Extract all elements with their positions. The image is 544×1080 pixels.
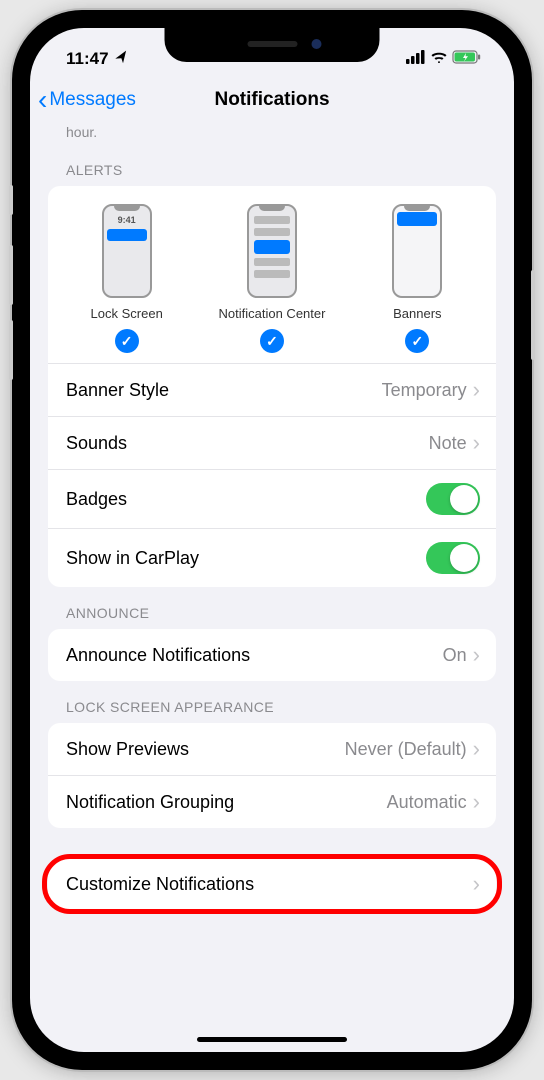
section-header-announce: ANNOUNCE [30, 587, 514, 629]
notification-center-preview-icon [247, 204, 297, 298]
chevron-right-icon: › [473, 871, 480, 897]
badges-toggle[interactable] [426, 483, 480, 515]
announce-notifications-cell[interactable]: Announce Notifications On › [48, 629, 496, 681]
banners-preview-icon [392, 204, 442, 298]
cellular-signal-icon [406, 49, 426, 69]
cell-detail: Never (Default) [345, 739, 467, 760]
cell-label: Show in CarPlay [66, 548, 199, 569]
chevron-right-icon: › [473, 430, 480, 456]
chevron-right-icon: › [473, 642, 480, 668]
customize-notifications-cell[interactable]: Customize Notifications › [48, 858, 496, 910]
previous-footer-text: hour. [30, 124, 514, 144]
cell-label: Banner Style [66, 380, 169, 401]
cell-label: Sounds [66, 433, 127, 454]
preview-notification-center[interactable]: Notification Center ✓ [199, 204, 344, 353]
cell-label: Badges [66, 489, 127, 510]
mute-switch [9, 185, 13, 215]
volume-down-button [9, 320, 13, 380]
back-label: Messages [49, 89, 136, 111]
chevron-right-icon: › [473, 789, 480, 815]
chevron-right-icon: › [473, 736, 480, 762]
preview-label: Banners [393, 306, 441, 321]
banner-style-cell[interactable]: Banner Style Temporary › [48, 363, 496, 416]
sounds-cell[interactable]: Sounds Note › [48, 416, 496, 469]
section-header-lockscreen-appearance: LOCK SCREEN APPEARANCE [30, 681, 514, 723]
chevron-right-icon: › [473, 377, 480, 403]
preview-banners[interactable]: Banners ✓ [345, 204, 490, 353]
checkmark-icon: ✓ [115, 329, 139, 353]
customize-group: Customize Notifications › [48, 858, 496, 910]
cell-detail: Note [429, 433, 467, 454]
battery-icon [452, 49, 482, 69]
device-frame: 11:47 [12, 10, 532, 1070]
cell-label: Announce Notifications [66, 645, 250, 666]
chevron-left-icon: ‹ [38, 86, 47, 114]
carplay-toggle[interactable] [426, 542, 480, 574]
announce-group: Announce Notifications On › [48, 629, 496, 681]
preview-label: Lock Screen [91, 306, 163, 321]
preview-lock-screen[interactable]: Lock Screen ✓ [54, 204, 199, 353]
cell-label: Customize Notifications [66, 874, 254, 895]
section-header-alerts: ALERTS [30, 144, 514, 186]
status-time: 11:47 [66, 49, 109, 69]
badges-cell: Badges [48, 469, 496, 528]
cell-detail: On [443, 645, 467, 666]
volume-up-button [9, 245, 13, 305]
notch [165, 28, 380, 62]
show-previews-cell[interactable]: Show Previews Never (Default) › [48, 723, 496, 775]
screen: 11:47 [30, 28, 514, 1052]
cell-label: Show Previews [66, 739, 189, 760]
cell-detail: Temporary [382, 380, 467, 401]
checkmark-icon: ✓ [260, 329, 284, 353]
wifi-icon [430, 49, 448, 69]
home-indicator[interactable] [197, 1037, 347, 1042]
power-button [531, 270, 535, 360]
alerts-group: Lock Screen ✓ Notification Center ✓ [48, 186, 496, 587]
back-button[interactable]: ‹ Messages [38, 86, 136, 114]
preview-label: Notification Center [219, 306, 326, 321]
cell-detail: Automatic [387, 792, 467, 813]
notification-grouping-cell[interactable]: Notification Grouping Automatic › [48, 775, 496, 828]
location-icon [112, 49, 130, 69]
checkmark-icon: ✓ [405, 329, 429, 353]
lockscreen-appearance-group: Show Previews Never (Default) › Notifica… [48, 723, 496, 828]
content-scroll[interactable]: hour. ALERTS Lock Screen ✓ [30, 124, 514, 1040]
alert-style-previews: Lock Screen ✓ Notification Center ✓ [48, 186, 496, 363]
cell-label: Notification Grouping [66, 792, 234, 813]
show-in-carplay-cell: Show in CarPlay [48, 528, 496, 587]
nav-bar: ‹ Messages Notifications [30, 76, 514, 124]
lock-screen-preview-icon [102, 204, 152, 298]
